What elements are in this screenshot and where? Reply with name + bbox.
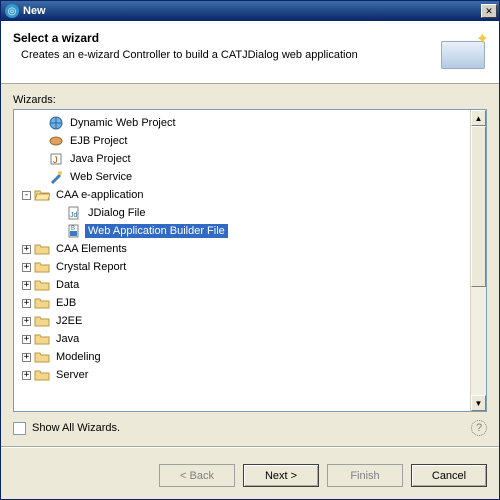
tree-item-java[interactable]: + Java (16, 330, 468, 348)
app-icon: ◎ (5, 4, 19, 18)
tree-item-server[interactable]: + Server (16, 366, 468, 384)
close-button[interactable]: ✕ (481, 4, 497, 18)
tree-item-caa-eapp[interactable]: - CAA e-application (16, 186, 468, 204)
cancel-button[interactable]: Cancel (411, 464, 487, 487)
tree-item-crystal[interactable]: + Crystal Report (16, 258, 468, 276)
scroll-thumb[interactable] (471, 126, 486, 287)
folder-open-icon (34, 187, 50, 203)
tree-item-wab-file[interactable]: B Web Application Builder File (16, 222, 468, 240)
help-icon[interactable]: ? (471, 420, 487, 436)
expand-icon[interactable]: + (22, 335, 31, 344)
title-bar: ◎ New ✕ (1, 1, 499, 21)
tree-item-dynamic-web[interactable]: Dynamic Web Project (16, 114, 468, 132)
expand-icon[interactable]: + (22, 317, 31, 326)
expander-icon (36, 119, 45, 128)
tree-item-label: Modeling (53, 350, 104, 364)
tree-item-j2ee[interactable]: + J2EE (16, 312, 468, 330)
svg-text:Jd: Jd (70, 212, 78, 219)
wizard-tree[interactable]: Dynamic Web Project EJB Project J Java P… (13, 109, 487, 412)
folder-icon (34, 241, 50, 257)
next-button[interactable]: Next > (243, 464, 319, 487)
expand-icon[interactable]: + (22, 299, 31, 308)
collapse-icon[interactable]: - (22, 191, 31, 200)
tree-item-modeling[interactable]: + Modeling (16, 348, 468, 366)
tree-item-java-project[interactable]: J Java Project (16, 150, 468, 168)
folder-icon (34, 313, 50, 329)
separator (1, 446, 499, 448)
tree-item-jdialog[interactable]: Jd JDialog File (16, 204, 468, 222)
window-title: New (23, 5, 481, 17)
tree-item-label: Dynamic Web Project (67, 116, 179, 130)
tree-item-label: Java (53, 332, 82, 346)
folder-icon (34, 367, 50, 383)
bean-icon (48, 133, 64, 149)
banner-text: Select a wizard Creates an e-wizard Cont… (13, 31, 433, 71)
show-all-label: Show All Wizards. (32, 422, 120, 434)
finish-button: Finish (327, 464, 403, 487)
folder-icon (34, 259, 50, 275)
expand-icon[interactable]: + (22, 371, 31, 380)
tree-item-label: Web Application Builder File (85, 224, 228, 238)
tree-item-label: CAA e-application (53, 188, 146, 202)
folder-icon (34, 295, 50, 311)
scroll-down-icon[interactable]: ▼ (471, 395, 486, 411)
svg-text:B: B (71, 226, 75, 232)
tree-item-ejb[interactable]: + EJB (16, 294, 468, 312)
vertical-scrollbar[interactable]: ▲ ▼ (470, 110, 486, 411)
tree-item-label: Crystal Report (53, 260, 129, 274)
tree-item-data[interactable]: + Data (16, 276, 468, 294)
tree-item-ejb-project[interactable]: EJB Project (16, 132, 468, 150)
tree-item-label: Server (53, 368, 91, 382)
back-button: < Back (159, 464, 235, 487)
tree-item-web-service[interactable]: Web Service (16, 168, 468, 186)
tree-item-label: JDialog File (85, 206, 148, 220)
folder-icon (34, 331, 50, 347)
svg-text:J: J (53, 155, 58, 165)
folder-icon (34, 349, 50, 365)
expand-icon[interactable]: + (22, 263, 31, 272)
file-icon: B (66, 223, 82, 239)
scroll-track[interactable] (471, 126, 486, 395)
new-wizard-dialog: ◎ New ✕ Select a wizard Creates an e-wiz… (0, 0, 500, 500)
expand-icon[interactable]: + (22, 353, 31, 362)
tree-item-label: J2EE (53, 314, 85, 328)
tree-item-label: EJB (53, 296, 79, 310)
expand-icon[interactable]: + (22, 245, 31, 254)
java-icon: J (48, 151, 64, 167)
globe-icon (48, 115, 64, 131)
tree-item-label: Web Service (67, 170, 135, 184)
expand-icon[interactable]: + (22, 281, 31, 290)
tree-item-label: CAA Elements (53, 242, 130, 256)
show-all-checkbox[interactable] (13, 422, 26, 435)
banner-icon: ✦ (433, 31, 487, 71)
banner-heading: Select a wizard (13, 31, 433, 45)
tree-item-caa-elements[interactable]: + CAA Elements (16, 240, 468, 258)
tree-item-label: EJB Project (67, 134, 130, 148)
banner-description: Creates an e-wizard Controller to build … (13, 49, 433, 61)
scroll-up-icon[interactable]: ▲ (471, 110, 486, 126)
wizard-icon (48, 169, 64, 185)
tree-item-label: Data (53, 278, 82, 292)
tree-label: Wizards: (13, 94, 487, 106)
tree-item-label: Java Project (67, 152, 134, 166)
file-icon: Jd (66, 205, 82, 221)
wizard-banner: Select a wizard Creates an e-wizard Cont… (1, 21, 499, 84)
folder-icon (34, 277, 50, 293)
button-bar: < Back Next > Finish Cancel (1, 454, 499, 499)
